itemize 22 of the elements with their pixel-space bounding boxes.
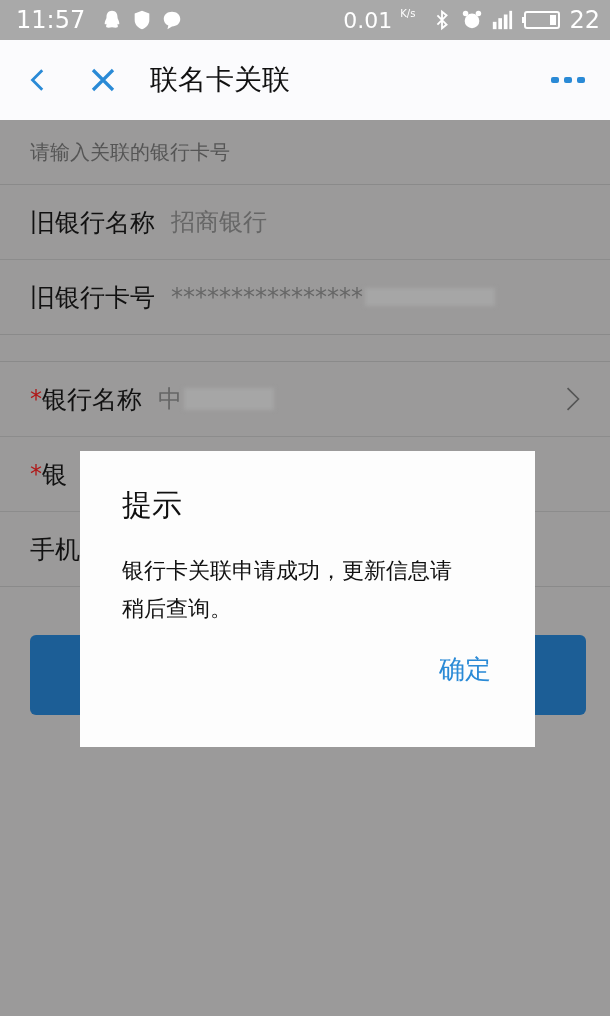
confirm-button[interactable]: 确定	[435, 648, 495, 691]
field-value: ****************	[171, 283, 363, 311]
field-label: 旧银行卡号	[30, 281, 155, 314]
field-label: 银行名称	[42, 383, 142, 416]
network-speed: 0.01	[343, 7, 393, 33]
dialog-message: 银行卡关联申请成功，更新信息请稍后查询。	[122, 557, 453, 623]
battery-icon	[521, 10, 562, 30]
speed-unit: K/s	[400, 8, 416, 19]
battery-level: 22	[569, 6, 600, 34]
more-icon	[550, 76, 586, 84]
chevron-icon[interactable]	[566, 387, 580, 411]
field-label: 旧银行名称	[30, 206, 155, 239]
required-mark: *	[30, 460, 42, 488]
clock-time: 11:57	[16, 6, 86, 34]
signal-icon	[491, 9, 514, 31]
section-header: 请输入关联的银行卡号	[0, 120, 610, 185]
page-title: 联名卡关联	[150, 62, 290, 98]
dialog-title: 提示	[122, 486, 183, 524]
required-mark: *	[30, 385, 42, 413]
field-label: 手机	[30, 533, 80, 566]
field-label: 银	[42, 458, 67, 491]
alarm-icon	[461, 9, 484, 31]
